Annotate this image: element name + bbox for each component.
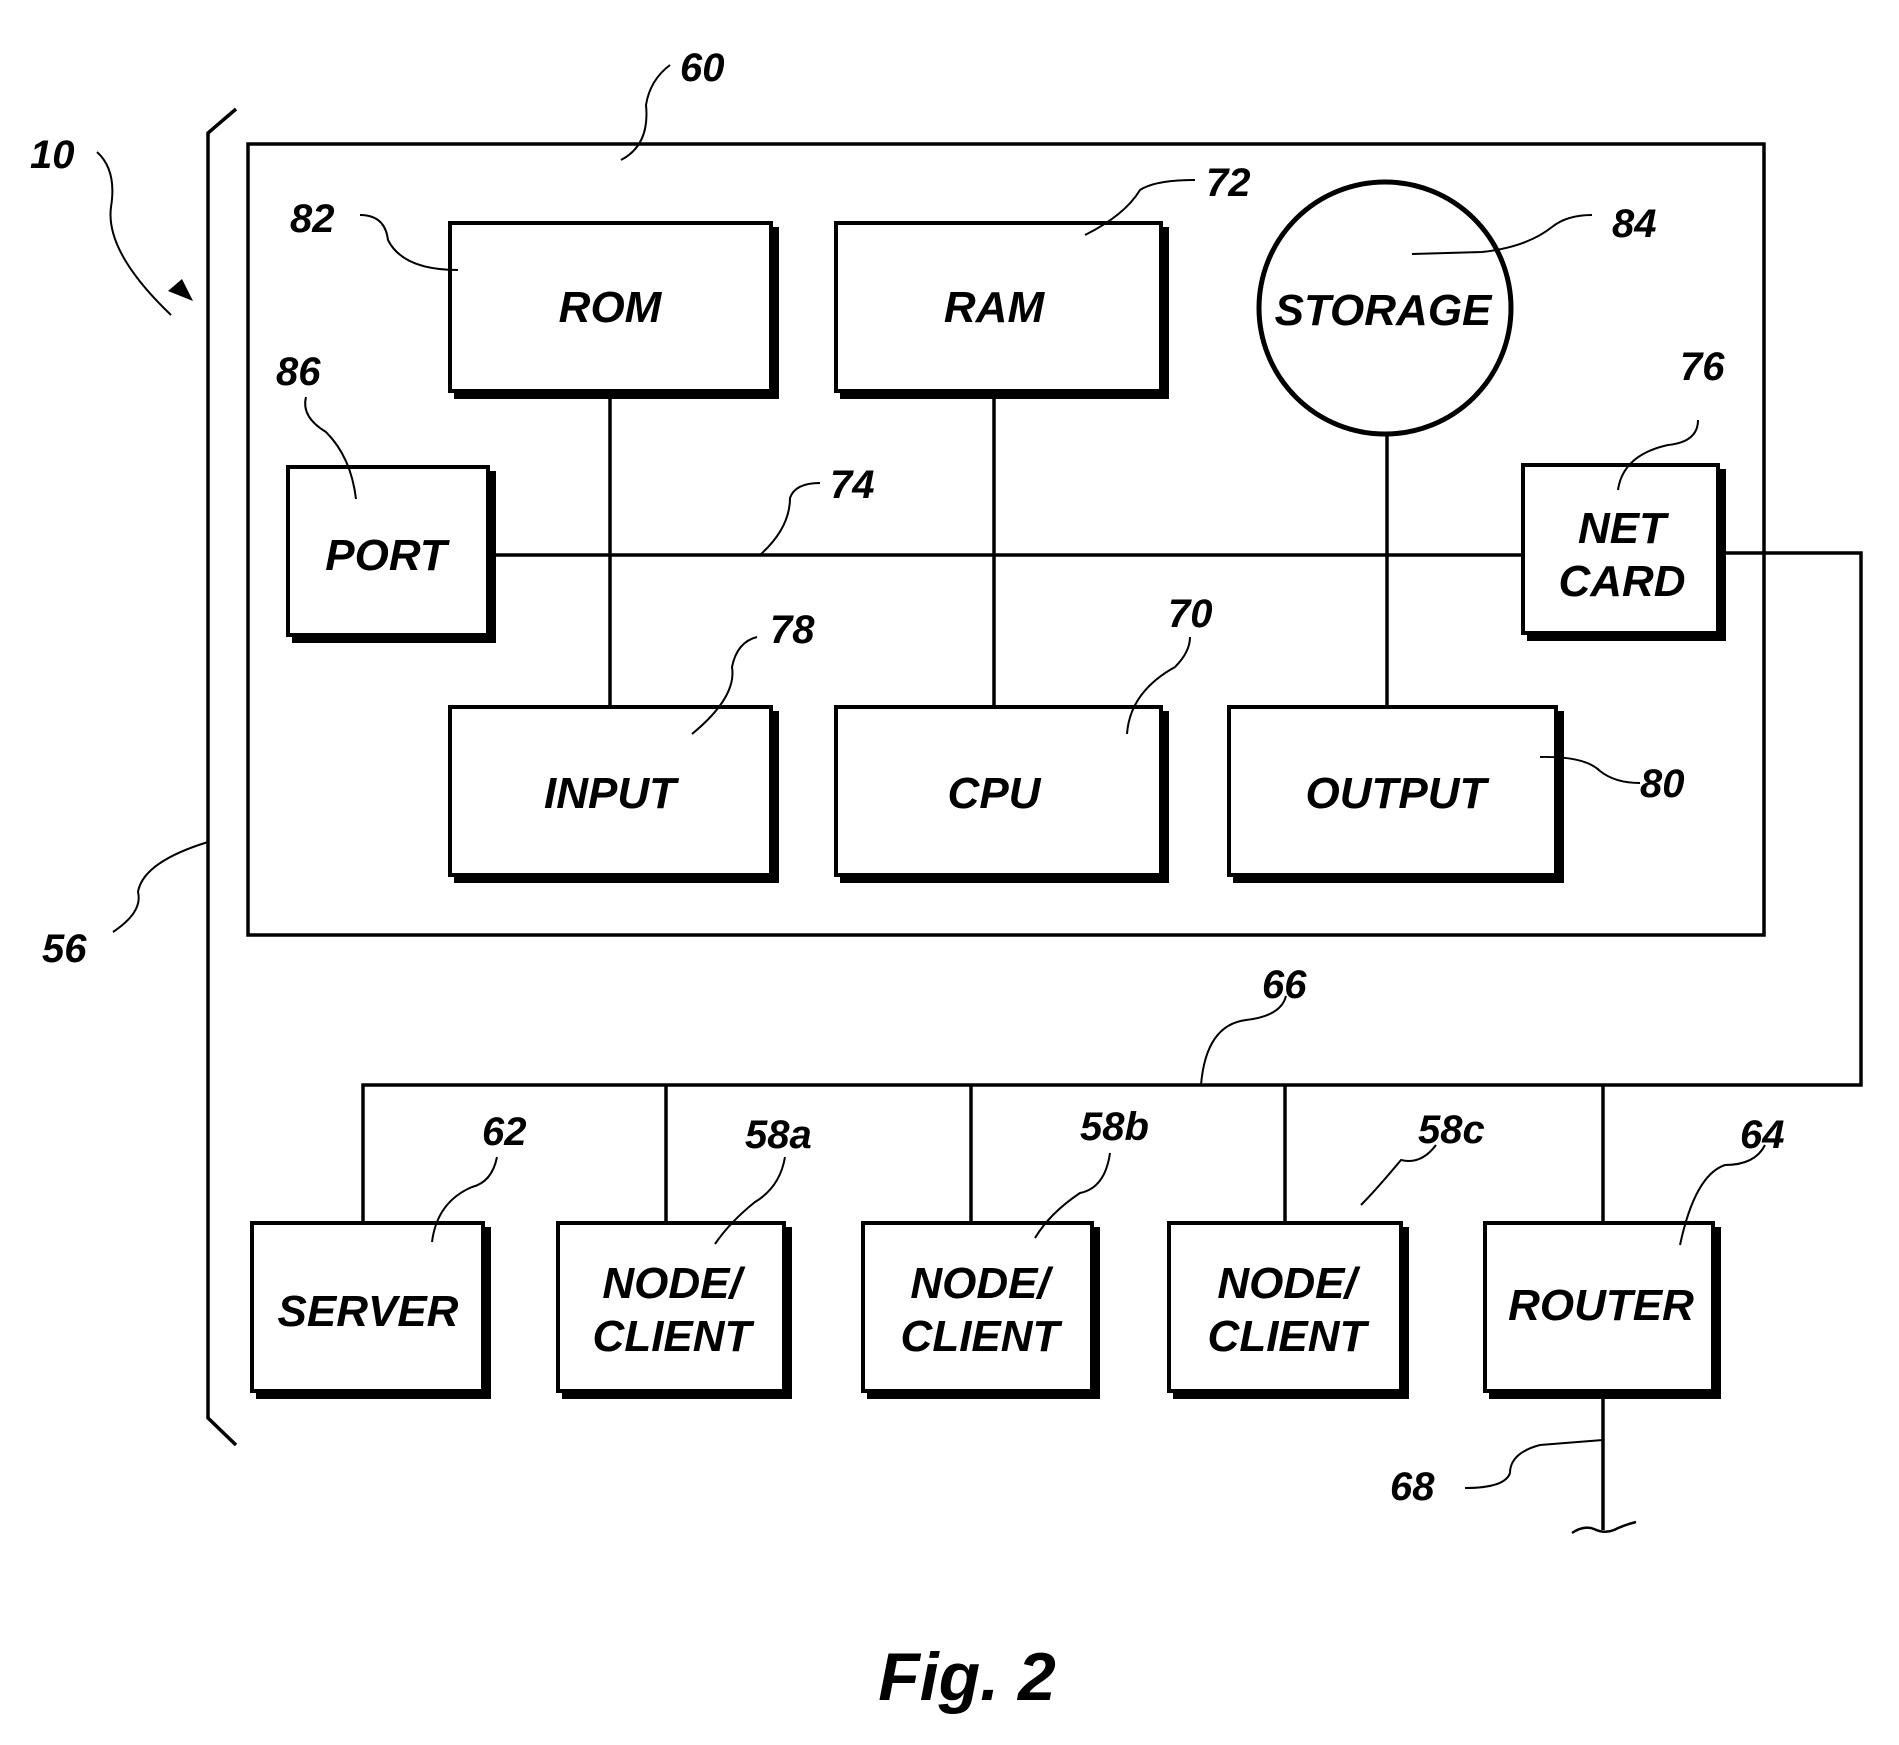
output-box: OUTPUT	[1227, 705, 1564, 883]
ref-78: 78	[770, 608, 815, 652]
node-b-label-line2: CLIENT	[901, 1312, 1063, 1361]
system-bracket	[206, 107, 238, 1447]
node-b-label-line1: NODE/	[910, 1259, 1054, 1308]
ref-74: 74	[830, 463, 875, 507]
ref-10: 10	[30, 133, 75, 177]
port-box: PORT	[286, 465, 496, 643]
cpu-label: CPU	[948, 769, 1042, 818]
node-box-b: NODE/ CLIENT	[861, 1221, 1100, 1399]
leader-58c	[1360, 1144, 1437, 1206]
node-a-label-line1: NODE/	[602, 1259, 746, 1308]
ram-label: RAM	[944, 283, 1046, 332]
node-c-label-line1: NODE/	[1217, 1259, 1361, 1308]
ref-66: 66	[1262, 963, 1307, 1007]
storage-label: STORAGE	[1275, 286, 1493, 335]
router-label: ROUTER	[1508, 1281, 1694, 1330]
netcard-box: NET CARD	[1521, 463, 1726, 641]
network-diagram: ROM RAM STORAGE PORT NET CARD INPUT CPU …	[30, 46, 1863, 1715]
ref-72: 72	[1206, 161, 1251, 205]
netcard-label-line2: CARD	[1558, 557, 1685, 606]
input-box: INPUT	[448, 705, 779, 883]
leader-68	[1464, 1439, 1604, 1489]
ref-62: 62	[482, 1110, 527, 1154]
ref-56: 56	[42, 927, 87, 971]
ref-76: 76	[1680, 345, 1725, 389]
node-c-label-line2: CLIENT	[1208, 1312, 1370, 1361]
node-box-c: NODE/ CLIENT	[1167, 1221, 1409, 1399]
cpu-box: CPU	[834, 705, 1169, 883]
ref-58a: 58a	[745, 1113, 812, 1157]
node-a-label-line2: CLIENT	[593, 1312, 755, 1361]
input-label: INPUT	[544, 769, 679, 818]
ref-58b: 58b	[1080, 1105, 1149, 1149]
router-box: ROUTER	[1483, 1221, 1721, 1399]
output-label: OUTPUT	[1306, 769, 1490, 818]
storage-disk: STORAGE	[1256, 179, 1514, 437]
ref-58c: 58c	[1418, 1108, 1485, 1152]
server-box: SERVER	[250, 1221, 491, 1399]
ref-84: 84	[1612, 202, 1657, 246]
ref-60: 60	[680, 46, 725, 90]
leader-10	[96, 151, 172, 316]
ref-70: 70	[1168, 592, 1213, 636]
leader-56	[112, 841, 209, 933]
node-box-a: NODE/ CLIENT	[556, 1221, 792, 1399]
leader-66	[1200, 995, 1287, 1086]
netcard-label-line1: NET	[1578, 504, 1669, 553]
ref-86: 86	[276, 350, 321, 394]
ref-80: 80	[1640, 762, 1685, 806]
rom-box: ROM	[448, 221, 779, 399]
ref-68: 68	[1390, 1465, 1435, 1509]
port-label: PORT	[325, 531, 450, 580]
arrowhead-10	[168, 279, 193, 301]
ref-64: 64	[1740, 1113, 1785, 1157]
ram-box: RAM	[834, 221, 1169, 399]
rom-label: ROM	[559, 283, 663, 332]
server-label: SERVER	[278, 1287, 459, 1336]
ref-82: 82	[290, 197, 335, 241]
figure-caption: Fig. 2	[878, 1639, 1056, 1715]
